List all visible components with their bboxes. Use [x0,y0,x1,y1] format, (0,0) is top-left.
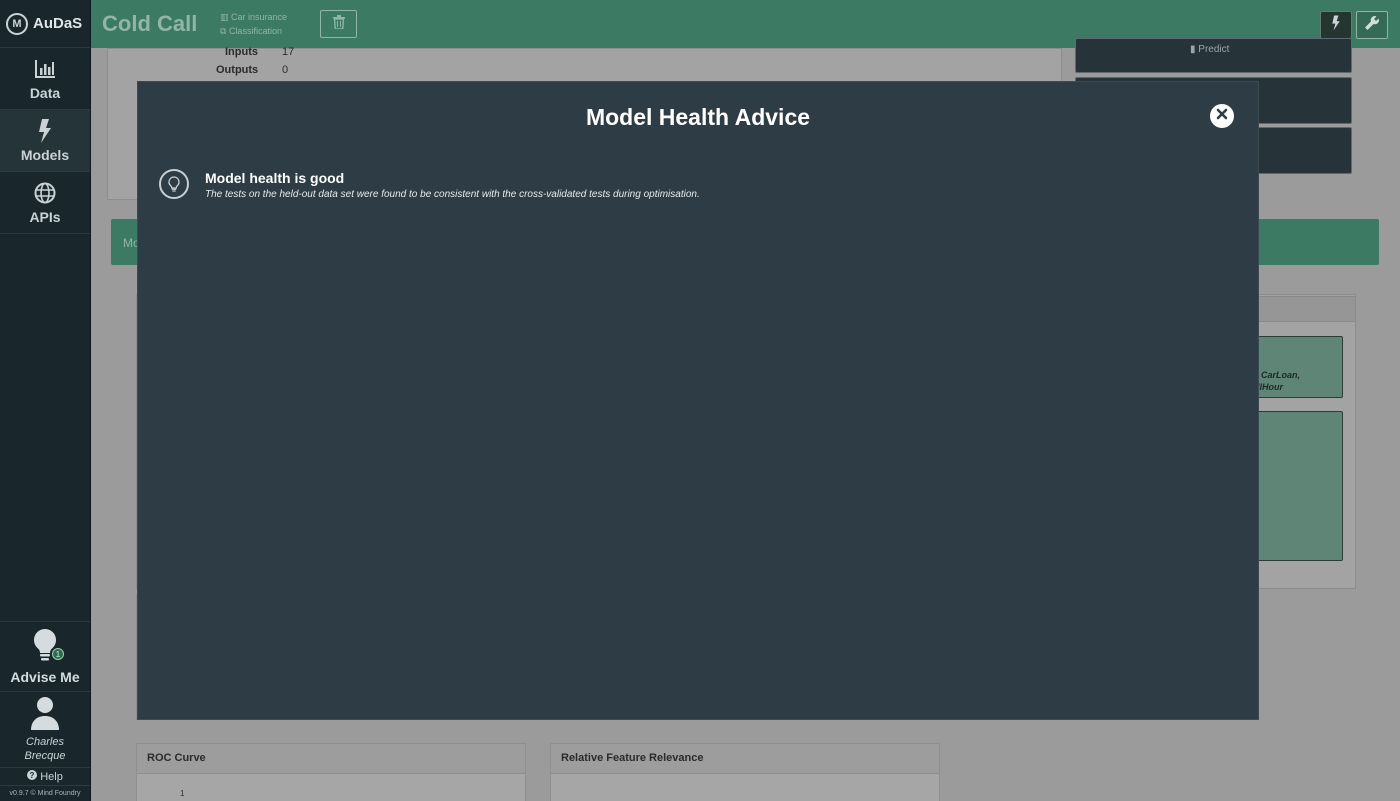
svg-text:?: ? [30,771,35,780]
brand[interactable]: M AuDaS [0,0,90,48]
advise-me-label: Advise Me [10,669,80,685]
help-link[interactable]: ? Help [0,767,90,785]
advice-title: Model health is good [205,170,345,186]
mind-foundry-logo-icon: M [6,12,28,35]
classification-icon: ⧉ [220,26,229,36]
outputs-value: 0 [282,64,289,76]
task-label: ⧉ Classification [220,26,282,36]
optimise-button[interactable] [1320,11,1352,39]
user-profile[interactable]: Charles Brecque [0,691,90,767]
model-meta: ▥ Car insurance ⧉ Classification [220,10,320,38]
page-title: Cold Call [102,11,198,36]
roc-curve-title: ROC Curve [137,744,525,774]
close-icon [1216,107,1228,125]
outputs-label: Outputs [216,64,259,76]
globe-icon [33,181,57,205]
inputs-value: 17 [282,46,295,58]
sidebar-item-label: Models [20,146,70,163]
sidebar-item-data[interactable]: Data [0,48,90,110]
brand-name: AuDaS [33,15,83,32]
roc-curve-panel: ROC Curve 1 [136,743,526,801]
panel-header-strip [1256,296,1356,322]
delete-model-button[interactable] [320,10,357,38]
sidebar-item-models[interactable]: Models [0,110,90,172]
user-last-name: Brecque [24,750,66,762]
user-first-name: Charles [26,736,64,748]
advise-me-button[interactable]: 1 Advise Me [0,621,90,691]
settings-button[interactable] [1356,11,1388,39]
wrench-icon [1364,15,1380,36]
feature-relevance-panel: Relative Feature Relevance [550,743,940,801]
sidebar-item-apis[interactable]: APIs [0,172,90,234]
bar-chart-small-icon: ▥ [220,12,232,22]
advice-count-badge: 1 [52,648,64,660]
predict-label: ▮ Predict [1190,44,1230,55]
inputs-label: Inputs [225,46,258,58]
trash-icon [332,14,345,34]
bar-chart-icon [33,57,57,81]
lightbulb-icon [32,628,58,667]
dataset-label: ▥ Car insurance [220,12,288,22]
advice-item: Model health is good The tests on the he… [159,169,700,200]
version-text: v0.9.7 © Mind Foundry [0,785,90,801]
feature-relevance-title: Relative Feature Relevance [551,744,939,774]
bolt-icon [33,118,57,143]
roc-tick: 1 [180,789,185,798]
sidebar-item-label: APIs [29,208,61,225]
model-health-modal: Model Health Advice Model health is good… [137,81,1259,720]
bolt-icon [1331,15,1341,36]
user-avatar-icon [30,696,60,735]
sidebar: M AuDaS Data Models APIs 1 Advise Me Cha… [0,0,91,801]
features-text-1: , CarLoan, [1256,370,1301,380]
sidebar-item-label: Data [29,84,61,101]
question-circle-icon: ? [27,770,38,783]
advice-description: The tests on the held-out data set were … [205,189,700,200]
lightbulb-icon [159,169,189,199]
close-button[interactable] [1210,104,1234,128]
modal-title: Model Health Advice [585,104,811,130]
features-text-2: llHour [1257,382,1283,392]
help-label: Help [40,770,63,783]
